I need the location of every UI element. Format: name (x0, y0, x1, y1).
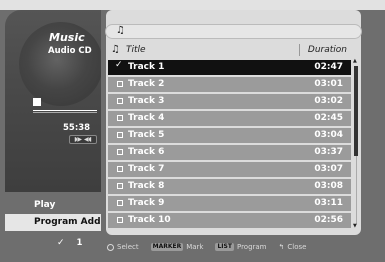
track-row[interactable]: Track 10 02:56 (108, 213, 351, 228)
track-name: Track 1 (128, 62, 165, 72)
program-hint: LIST Program (215, 243, 267, 251)
program-hint-label: Program (236, 243, 267, 251)
track-name: Track 7 (128, 164, 165, 174)
source-label: Audio CD (48, 46, 92, 56)
mark-hint-label: Mark (186, 243, 204, 251)
track-duration: 03:01 (314, 79, 343, 89)
music-note-icon: ♫ (116, 25, 125, 36)
player-title: Music (49, 31, 85, 44)
return-arrow-icon: ↰ (278, 243, 285, 251)
close-hint-label: Close (287, 243, 307, 251)
marker-key: MARKER (150, 243, 184, 251)
track-name: Track 6 (128, 147, 165, 157)
track-name: Track 10 (128, 215, 171, 225)
checkbox-icon[interactable] (117, 81, 123, 87)
checkbox-icon[interactable] (117, 217, 123, 223)
track-row[interactable]: Track 3 03:02 (108, 94, 351, 109)
track-duration: 02:45 (314, 113, 343, 123)
track-duration: 03:11 (314, 198, 343, 208)
select-hint: Select (107, 243, 139, 251)
music-note-icon: ♫ (111, 44, 120, 55)
play-button[interactable]: Play (5, 197, 101, 213)
close-hint: ↰ Close (279, 243, 307, 251)
player-info-panel: Music Audio CD 55:38 ◗▶ ◀◖ (5, 10, 101, 192)
mark-hint: MARKER Mark (150, 243, 204, 251)
elapsed-time: 55:38 (63, 123, 91, 133)
track-row[interactable]: ✓ Track 1 02:47 (108, 60, 351, 75)
track-row[interactable]: Track 4 02:45 (108, 111, 351, 126)
checkbox-icon[interactable] (117, 64, 123, 70)
footer-hints: Select MARKER Mark LIST Program ↰ Close (107, 240, 367, 254)
track-duration: 03:02 (314, 96, 343, 106)
track-name: Track 4 (128, 113, 165, 123)
track-name: Track 9 (128, 198, 165, 208)
track-duration: 02:56 (314, 215, 343, 225)
column-header: ♫ Title Duration (108, 43, 351, 58)
scroll-up-icon[interactable]: ▲ (353, 58, 357, 64)
scroll-thumb[interactable] (354, 66, 358, 156)
checkbox-icon[interactable] (117, 132, 123, 138)
checkbox-icon[interactable] (117, 166, 123, 172)
track-row[interactable]: Track 2 03:01 (108, 77, 351, 92)
list-title-bar (105, 24, 362, 39)
dvd-screen: Music Audio CD 55:38 ◗▶ ◀◖ Play Program … (0, 0, 385, 262)
track-row[interactable]: Track 5 03:04 (108, 128, 351, 143)
checkbox-icon[interactable] (117, 115, 123, 121)
check-mark-icon: ✓ (57, 238, 65, 248)
track-duration: 03:07 (314, 164, 343, 174)
column-title: Title (126, 45, 146, 55)
track-rows: ✓ Track 1 02:47 Track 2 03:01 Track 3 03:02 Tra… (108, 60, 351, 230)
track-row[interactable]: Track 8 03:08 (108, 179, 351, 194)
track-name: Track 8 (128, 181, 165, 191)
track-duration: 03:08 (314, 181, 343, 191)
checkbox-icon[interactable] (117, 200, 123, 206)
marked-count-value: 1 (76, 238, 83, 248)
checkbox-icon[interactable] (117, 149, 123, 155)
column-duration: Duration (307, 45, 347, 55)
select-hint-label: Select (117, 243, 139, 251)
marked-counter: ✓ 1 (57, 238, 82, 248)
track-name: Track 5 (128, 130, 165, 140)
track-duration: 03:37 (314, 147, 343, 157)
enter-circle-icon (107, 243, 114, 251)
stop-icon (33, 98, 41, 106)
track-name: Track 2 (128, 79, 165, 89)
checkbox-icon[interactable] (117, 183, 123, 189)
checkbox-icon[interactable] (117, 98, 123, 104)
track-duration: 02:47 (314, 62, 343, 72)
track-row[interactable]: Track 7 03:07 (108, 162, 351, 177)
progress-bar (33, 110, 97, 113)
audio-channel-badge: ◗▶ ◀◖ (69, 135, 97, 144)
track-row[interactable]: Track 9 03:11 (108, 196, 351, 211)
column-divider (299, 44, 300, 56)
list-key: LIST (215, 243, 234, 251)
side-menu: Play Program Add (5, 197, 101, 231)
program-add-button[interactable]: Program Add (5, 214, 101, 231)
top-band (0, 0, 385, 10)
track-duration: 03:04 (314, 130, 343, 140)
track-row[interactable]: Track 6 03:37 (108, 145, 351, 160)
scroll-down-icon[interactable]: ▼ (353, 223, 357, 229)
track-name: Track 3 (128, 96, 165, 106)
scrollbar[interactable]: ▲ ▼ (353, 58, 359, 230)
